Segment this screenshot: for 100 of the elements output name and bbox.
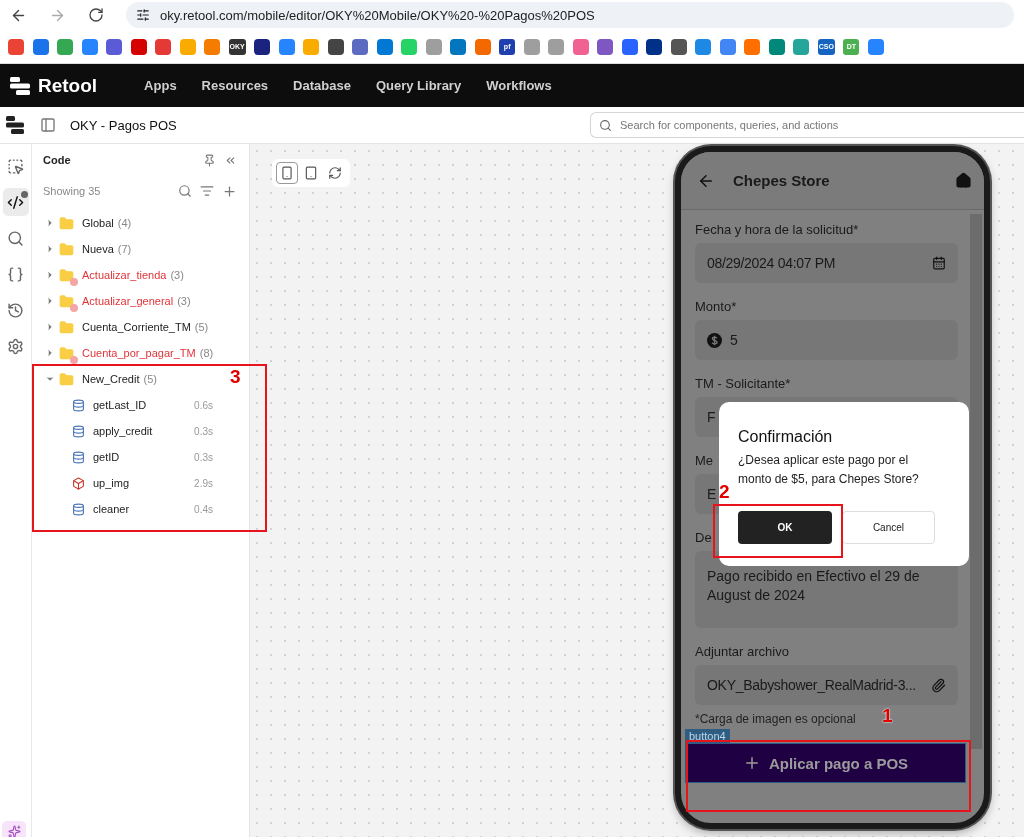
nav-link[interactable]: Query Library	[375, 78, 462, 93]
bookmark-icon[interactable]	[327, 38, 344, 55]
query-row[interactable]: cleaner 0.4s	[32, 496, 249, 522]
nav-link[interactable]: Workflows	[486, 78, 552, 93]
folder-row[interactable]: Actualizar_tienda (3)	[32, 262, 190, 288]
apply-button[interactable]: Aplicar pago a POS	[685, 743, 966, 783]
folder-row[interactable]: Cuenta_Corriente_TM (5)	[32, 314, 215, 340]
folder-name: New_Credit	[82, 373, 140, 385]
search-icon	[599, 118, 612, 132]
app-title: OKY - Pagos POS	[70, 117, 178, 133]
item-count: (5)	[143, 373, 157, 385]
bucket-icon	[72, 476, 85, 490]
dollar-icon	[707, 332, 722, 348]
brand-name: Retool	[38, 74, 98, 97]
logo-icon[interactable]	[6, 116, 26, 134]
query-row[interactable]: getID 0.3s	[32, 444, 249, 470]
folder-icon	[59, 241, 74, 257]
field-label: Me	[695, 453, 714, 468]
sidebar-tab[interactable]	[2, 188, 29, 216]
input-field[interactable]: OKY_Babyshower_RealMadrid-3...	[695, 665, 958, 705]
input-field[interactable]: 08/29/2024 04:07 PM	[695, 243, 958, 283]
folder-row[interactable]: New_Credit (5)	[32, 366, 163, 392]
run-time: 2.9s	[194, 477, 213, 489]
folder-row[interactable]: Global (4)	[32, 210, 138, 236]
item-count: (4)	[117, 217, 132, 229]
caret-icon	[45, 322, 55, 332]
caret-icon	[45, 374, 55, 384]
add-icon[interactable]	[222, 183, 237, 199]
panel-title: Code	[43, 154, 72, 166]
assistant-button[interactable]	[2, 821, 26, 837]
field-label: TM - Solicitante*	[695, 376, 791, 391]
input-field[interactable]: 5	[695, 320, 958, 360]
settings-icon	[7, 337, 24, 355]
dialog-message: ¿Desea aplicar este pago por el monto de $5, para Chepes Store?	[738, 452, 920, 488]
run-time: 0.4s	[194, 503, 213, 515]
sparkle-icon	[7, 825, 21, 837]
search-field[interactable]: Search for components, queries, and actions	[590, 112, 1024, 138]
pin-icon[interactable]	[203, 153, 216, 167]
reload-icon[interactable]	[88, 7, 104, 23]
status-dot	[20, 191, 28, 198]
annotation-number: 1	[882, 705, 893, 727]
filter-icon[interactable]	[200, 184, 214, 198]
folder-icon	[59, 215, 74, 231]
item-count: (5)	[194, 321, 209, 333]
item-count: (7)	[117, 243, 132, 255]
site-settings-icon[interactable]	[136, 8, 150, 22]
search-icon[interactable]	[178, 184, 192, 198]
nav-link[interactable]: Database	[293, 78, 351, 93]
database-icon	[72, 450, 85, 464]
ok-button[interactable]: OK	[738, 511, 832, 544]
item-count: (3)	[170, 269, 184, 281]
phone-icon	[280, 166, 294, 180]
item-count: (8)	[199, 347, 214, 359]
run-time: 0.6s	[194, 399, 213, 411]
annotation-number: 3	[230, 366, 241, 388]
hint-text: *Carga de imagen es opcional	[695, 712, 856, 726]
query-name: getLast_ID	[93, 399, 148, 411]
paperclip-icon	[931, 677, 946, 693]
device-button[interactable]	[276, 162, 298, 184]
folder-icon	[59, 319, 74, 335]
bookmark-icon[interactable]	[646, 38, 663, 55]
folder-row[interactable]: Nueva (7)	[32, 236, 138, 262]
code-icon	[7, 193, 24, 211]
select-icon	[7, 157, 24, 175]
query-row[interactable]: getLast_ID 0.6s	[32, 392, 249, 418]
history-icon	[7, 301, 24, 319]
folder-name: Nueva	[82, 243, 114, 255]
field-label: Adjuntar archivo	[695, 644, 789, 659]
home-icon[interactable]	[955, 172, 972, 189]
nav-link[interactable]: Resources	[201, 78, 269, 93]
run-time: 0.3s	[194, 425, 213, 437]
database-icon	[72, 424, 85, 438]
folder-row[interactable]: Actualizar_general (3)	[32, 288, 197, 314]
caret-icon	[45, 348, 55, 358]
run-time: 0.3s	[194, 451, 213, 463]
bookmark-icon[interactable]	[254, 38, 271, 55]
store-title: Chepes Store	[733, 172, 831, 189]
folder-icon	[59, 371, 74, 387]
braces-icon	[7, 265, 24, 283]
folder-row[interactable]: Cuenta_por_pagar_TM (8)	[32, 340, 220, 366]
search-icon	[7, 229, 24, 247]
folder-name: Cuenta_por_pagar_TM	[82, 347, 196, 359]
caret-icon	[45, 218, 55, 228]
bookmark-icon[interactable]	[670, 38, 687, 55]
cancel-button[interactable]: Cancel	[841, 511, 935, 544]
caret-icon	[45, 296, 55, 306]
caret-icon	[45, 270, 55, 280]
field-label: De	[695, 530, 712, 545]
tablet-icon	[304, 166, 318, 180]
query-row[interactable]: up_img 2.9s	[32, 470, 249, 496]
query-row[interactable]: apply_credit 0.3s	[32, 418, 249, 444]
query-name: cleaner	[93, 503, 131, 515]
folder-name: Actualizar_general	[82, 295, 174, 307]
scrollbar[interactable]	[970, 214, 982, 749]
query-name: apply_credit	[93, 425, 154, 437]
result-count: Showing 35	[43, 185, 102, 197]
nav-link[interactable]: Apps	[144, 78, 177, 93]
address-bar[interactable]: oky.retool.com/mobile/editor/OKY%20Mobile/OKY%20-%20Pagos%20POS	[126, 2, 1014, 28]
panel-icon[interactable]	[40, 117, 56, 133]
calendar-icon	[932, 256, 946, 270]
